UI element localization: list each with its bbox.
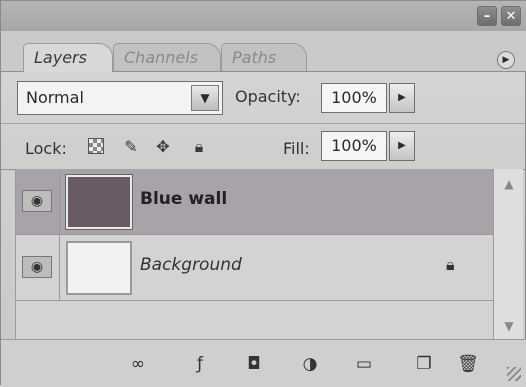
lock-transparent-pixels-icon[interactable] — [85, 135, 109, 159]
lock-icon: 🔒︎ — [446, 255, 455, 274]
layer-row-blue-wall[interactable]: ◉ Blue wall — [16, 169, 494, 235]
lock-label: Lock: — [25, 139, 67, 158]
visibility-cell: ◉ — [16, 169, 60, 235]
opacity-label: Opacity: — [235, 87, 301, 106]
eye-icon[interactable]: ◉ — [22, 190, 52, 212]
fx-icon[interactable]: ƒ — [187, 352, 213, 376]
blend-mode-value: Normal — [26, 88, 84, 107]
link-icon[interactable]: ∞ — [125, 352, 151, 376]
opacity-field[interactable]: 100% — [321, 83, 387, 113]
eye-icon[interactable]: ◉ — [22, 256, 52, 278]
adjustment-layer-icon[interactable]: ◑ — [297, 352, 323, 376]
mask-icon[interactable]: ◘ — [241, 352, 267, 376]
fill-field[interactable]: 100% — [321, 131, 387, 161]
scroll-up-icon[interactable]: ▲ — [498, 173, 520, 195]
layer-thumbnail[interactable] — [65, 174, 133, 230]
divider — [1, 123, 526, 124]
tab-layers[interactable]: Layers — [23, 43, 113, 72]
lock-position-icon[interactable]: ✥ — [151, 135, 175, 159]
chevron-down-icon[interactable]: ▼ — [191, 85, 219, 111]
folder-icon[interactable]: ▭ — [351, 352, 377, 376]
fill-label: Fill: — [283, 139, 310, 158]
layers-scrollbar[interactable]: ▲ ▼ — [493, 169, 523, 339]
visibility-cell: ◉ — [16, 235, 60, 301]
layer-row-background[interactable]: ◉ Background 🔒︎ — [16, 235, 494, 301]
opacity-slider-button[interactable]: ▶ — [389, 83, 415, 113]
tab-paths[interactable]: Paths — [221, 43, 307, 71]
tab-strip: Layers Channels Paths — [1, 31, 526, 72]
fill-slider-button[interactable]: ▶ — [389, 131, 415, 161]
panel-menu-icon[interactable]: ▶ — [497, 51, 515, 69]
layer-thumbnail[interactable] — [66, 241, 132, 295]
panel-bottom-toolbar: ∞ ƒ ◘ ◑ ▭ ❐ 🗑︎ — [1, 339, 526, 387]
panel-titlebar: – ✕ — [1, 1, 526, 31]
layers-panel: – ✕ Layers Channels Paths ▶ Normal ▼ Opa… — [0, 0, 526, 387]
close-icon[interactable]: ✕ — [501, 6, 521, 26]
minimize-icon[interactable]: – — [477, 6, 497, 26]
layer-name[interactable]: Blue wall — [140, 189, 227, 209]
scroll-down-icon[interactable]: ▼ — [498, 315, 520, 337]
layer-name[interactable]: Background — [140, 255, 242, 275]
lock-all-icon[interactable]: 🔒︎ — [187, 135, 211, 159]
blend-mode-select[interactable]: Normal ▼ — [17, 81, 223, 115]
lock-image-pixels-icon[interactable]: ✎ — [119, 135, 143, 159]
tab-channels[interactable]: Channels — [113, 43, 221, 71]
new-layer-icon[interactable]: ❐ — [411, 352, 437, 376]
layer-list: ◉ Blue wall ◉ Background 🔒︎ — [15, 169, 494, 339]
trash-icon[interactable]: 🗑︎ — [455, 352, 481, 376]
resize-grip[interactable] — [507, 367, 521, 381]
